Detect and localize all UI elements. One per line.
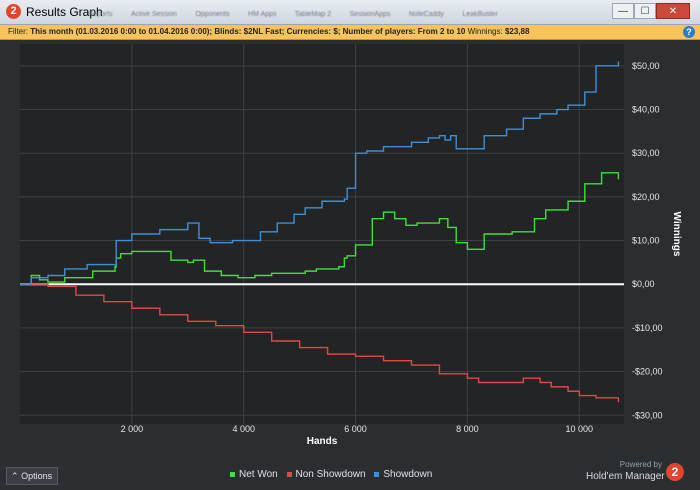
legend-item-showdown: Showdown <box>374 469 432 480</box>
x-tick-label: 2 000 <box>121 424 144 434</box>
background-tab[interactable]: HM Apps <box>248 7 276 18</box>
background-tab[interactable]: Opponents <box>195 7 229 18</box>
y-tick-label: -$20,00 <box>632 367 663 377</box>
legend-item-non-showdown: Non Showdown <box>286 469 366 480</box>
background-tab[interactable]: Reports <box>88 7 113 18</box>
expand-icon: ⌃ <box>11 471 19 481</box>
background-tab[interactable]: Active Session <box>131 7 177 18</box>
plot-area <box>20 44 624 424</box>
legend-label: Showdown <box>383 469 433 480</box>
app-logo-icon: 2 <box>6 4 21 19</box>
filter-prefix: Filter: <box>8 27 28 36</box>
options-label: Options <box>21 471 53 481</box>
y-tick-label: $30,00 <box>632 148 660 158</box>
winnings-label: Winnings: <box>467 27 503 36</box>
background-tab[interactable]: LeakBuster <box>462 7 497 18</box>
background-tab[interactable]: SessionApps <box>350 7 391 18</box>
y-tick-label: $40,00 <box>632 105 660 115</box>
y-axis-label: Winnings <box>671 212 682 257</box>
minimize-button[interactable]: — <box>612 3 634 19</box>
y-tick-label: $20,00 <box>632 192 660 202</box>
background-tab[interactable]: TableMap 2 <box>295 7 331 18</box>
legend-item-net-won: Net Won <box>230 469 278 480</box>
legend-swatch <box>286 471 292 477</box>
y-tick-label: -$30,00 <box>632 410 663 420</box>
filter-description: This month (01.03.2016 0:00 to 01.04.201… <box>30 27 466 36</box>
x-axis-label: Hands <box>307 436 338 447</box>
x-tick-label: 10 000 <box>565 424 593 434</box>
winnings-value: $23,88 <box>504 27 530 36</box>
background-tab[interactable]: NoteCaddy <box>409 7 444 18</box>
brand-logo-icon: 2 <box>666 463 684 481</box>
x-tick-label: 8 000 <box>456 424 479 434</box>
legend-label: Non Showdown <box>295 469 366 480</box>
chart-legend: Net Won Non Showdown Showdown <box>230 469 438 483</box>
y-tick-label: $0,00 <box>632 279 655 289</box>
help-icon[interactable]: ? <box>683 26 695 38</box>
close-button[interactable]: ✕ <box>656 3 690 19</box>
x-tick-label: 4 000 <box>232 424 255 434</box>
y-tick-label: $10,00 <box>632 236 660 246</box>
background-tabs: Reports Active Session Opponents HM Apps… <box>88 3 608 21</box>
product-name: Hold'em Manager <box>586 471 665 482</box>
legend-swatch <box>374 471 380 477</box>
filter-bar[interactable]: Filter: This month (01.03.2016 0:00 to 0… <box>0 25 700 40</box>
powered-by-text: Powered by <box>619 460 662 469</box>
results-chart: $50,00 $40,00 $30,00 $20,00 $10,00 $0,00 -$10,… <box>20 44 682 447</box>
y-tick-label: $50,00 <box>632 61 660 71</box>
options-button[interactable]: ⌃ Options <box>6 467 58 485</box>
x-tick-label: 6 000 <box>344 424 367 434</box>
maximize-button[interactable]: ☐ <box>634 3 656 19</box>
title-bar: 2 Results Graph Reports Active Session O… <box>0 0 700 25</box>
y-tick-label: -$10,00 <box>632 323 663 333</box>
legend-swatch <box>230 471 235 477</box>
legend-label: Net Won <box>239 469 278 480</box>
